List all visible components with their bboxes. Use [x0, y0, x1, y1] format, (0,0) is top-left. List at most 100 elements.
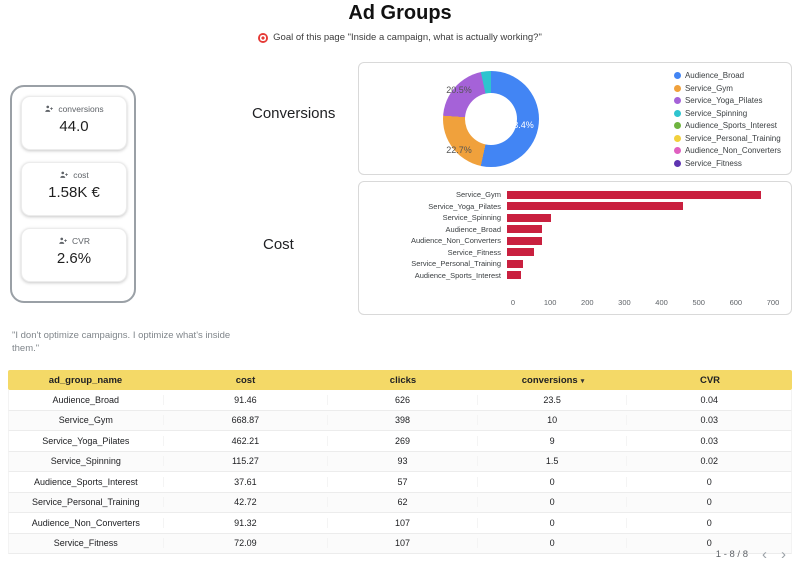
cost-bar[interactable] [507, 213, 551, 222]
cell-value: 57 [328, 476, 478, 487]
legend-label: Audience_Non_Converters [684, 146, 781, 155]
cost-bar[interactable] [507, 259, 524, 268]
ad-groups-table: ad_group_name cost clicks conversions ▾ C… [8, 370, 792, 554]
header-clicks[interactable]: clicks [328, 375, 478, 386]
legend-item[interactable]: Audience_Broad [673, 71, 781, 80]
kpi-card-cost[interactable]: cost 1.58K € [21, 162, 127, 216]
cost-section-label: Cost [263, 236, 294, 253]
header-ad-group-name[interactable]: ad_group_name [8, 375, 163, 386]
table-row[interactable]: Service_Gym 668.87 398 10 0.03 [8, 410, 792, 431]
legend-label: Audience_Broad [684, 71, 745, 80]
legend-item[interactable]: Audience_Sports_Interest [673, 121, 781, 130]
cell-value: 37.61 [164, 476, 329, 487]
cell-value: 0.03 [700, 435, 718, 446]
cell-value: 107 [328, 517, 478, 528]
table-row[interactable]: Service_Spinning 115.27 93 1.5 0.02 [8, 451, 792, 472]
table-row[interactable]: Service_Yoga_Pilates 462.21 269 9 0.03 [8, 431, 792, 452]
donut-slice-label: 20.5% [446, 85, 472, 95]
cost-bar[interactable] [507, 271, 522, 280]
cell-value: 72.09 [164, 538, 329, 549]
cell-value: 91.32 [164, 517, 329, 528]
x-axis-tick: 700 [766, 298, 780, 307]
legend-dot [673, 84, 681, 92]
cell-value: 23.5 [478, 394, 628, 405]
donut-chart[interactable]: 53.4% 22.7% 20.5% [443, 71, 539, 167]
bar-row: Audience_Non_Converters [359, 235, 791, 247]
legend-dot [673, 72, 681, 79]
person-add-icon [44, 104, 54, 114]
cell-value: 0 [706, 476, 712, 487]
cell-value: 42.72 [164, 497, 329, 508]
cell-ad-group-name: Service_Spinning [9, 456, 164, 467]
prev-page-icon[interactable]: ‹ [762, 547, 767, 562]
x-axis: 0 100 200 300 400 500 600 700 [511, 298, 779, 308]
kpi-card-header: CVR [22, 229, 126, 246]
kpi-card-conversions[interactable]: conversions 44.0 [21, 96, 127, 150]
table-header: ad_group_name cost clicks conversions ▾ C… [8, 370, 792, 390]
cell-value: 0 [478, 538, 628, 549]
chart-legend: Audience_Broad Service_Gym Service_Yoga_Pi… [673, 71, 781, 168]
bar-category-label: Audience_Non_Converters [410, 236, 501, 246]
kpi-label: cost [73, 170, 89, 180]
cell-value: 398 [328, 415, 478, 426]
legend-label: Service_Fitness [684, 158, 742, 168]
x-axis-tick: 600 [729, 298, 743, 307]
conversions-chart-card: 53.4% 22.7% 20.5% Audience_Broad Service_… [358, 62, 792, 175]
cell-ad-group-name: Service_Fitness [9, 538, 164, 549]
table-row[interactable]: Audience_Broad 91.46 626 23.5 0.04 [8, 390, 792, 411]
pagination: 1 - 8 / 8 ‹ › [716, 547, 786, 562]
cell-value: 668.87 [164, 415, 329, 426]
cell-value: 269 [328, 435, 478, 446]
x-axis-tick: 500 [692, 298, 705, 307]
kpi-card-cvr[interactable]: CVR 2.6% [21, 228, 127, 282]
cell-ad-group-name: Audience_Sports_Interest [9, 476, 164, 487]
cell-ad-group-name: Service_Gym [9, 415, 164, 426]
person-add-icon [59, 170, 69, 180]
bar-category-label: Audience_Sports_Interest [414, 270, 501, 280]
cost-bar[interactable] [507, 248, 535, 257]
bar-row: Service_Yoga_Pilates [359, 201, 791, 213]
bar-category-label: Service_Gym [455, 190, 501, 200]
next-page-icon[interactable]: › [781, 547, 786, 562]
cell-value: 93 [328, 456, 478, 467]
legend-label: Service_Personal_Training [684, 133, 781, 143]
legend-label: Service_Spinning [684, 108, 748, 118]
cell-value: 462.21 [164, 435, 329, 446]
table-row[interactable]: Service_Personal_Training 42.72 62 0 0 [8, 492, 792, 513]
table-row[interactable]: Audience_Sports_Interest 37.61 57 0 0 [8, 472, 792, 493]
cell-value: 107 [328, 538, 478, 549]
bar-category-label: Service_Personal_Training [411, 259, 501, 269]
header-conversions[interactable]: conversions ▾ [478, 375, 628, 386]
bar-chart[interactable]: Service_Gym Service_Yoga_Pilates Service_S… [359, 189, 791, 281]
cell-value: 115.27 [164, 456, 329, 467]
goal-target-icon [258, 32, 269, 43]
dashboard-page: Ad Groups Goal of this page "Inside a ca… [0, 0, 800, 570]
bar-row: Service_Personal_Training [359, 258, 791, 270]
x-axis-tick: 300 [618, 298, 631, 307]
header-cost[interactable]: cost [163, 375, 328, 386]
cell-value: 62 [328, 497, 478, 508]
page-title: Ad Groups [348, 2, 452, 24]
cost-bar[interactable] [507, 190, 762, 199]
cell-value: 626 [328, 394, 478, 405]
cost-bar[interactable] [507, 236, 542, 245]
legend-item[interactable]: Service_Personal_Training [673, 133, 781, 143]
table-row[interactable]: Audience_Non_Converters 91.32 107 0 0 [8, 513, 792, 534]
bar-track [507, 213, 773, 222]
legend-dot [673, 97, 681, 104]
pagination-range: 1 - 8 / 8 [715, 549, 748, 560]
legend-item[interactable]: Service_Fitness [673, 158, 781, 168]
legend-item[interactable]: Service_Yoga_Pilates [673, 96, 781, 105]
legend-item[interactable]: Service_Gym [673, 84, 781, 93]
cost-bar[interactable] [507, 225, 542, 234]
legend-dot [673, 109, 681, 117]
header-cvr[interactable]: CVR [628, 375, 792, 386]
legend-label: Audience_Sports_Interest [684, 121, 777, 130]
cost-bar[interactable] [507, 202, 683, 211]
kpi-value: 1.58K € [48, 184, 100, 201]
goal-subtitle: Goal of this page "Inside a campaign, wh… [0, 32, 800, 43]
legend-item[interactable]: Service_Spinning [673, 108, 781, 118]
table-row[interactable]: Service_Fitness 72.09 107 0 0 [8, 533, 792, 554]
legend-item[interactable]: Audience_Non_Converters [673, 146, 781, 155]
cell-ad-group-name: Service_Yoga_Pilates [9, 435, 164, 446]
